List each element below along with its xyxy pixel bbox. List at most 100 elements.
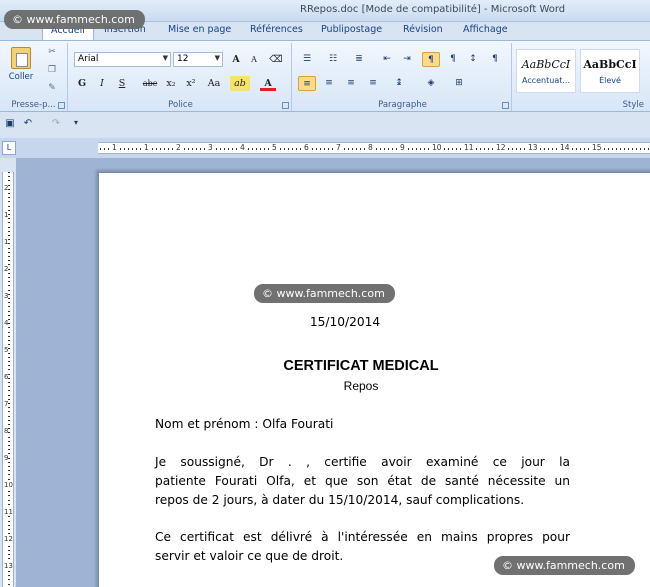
strikethrough-button[interactable]: abc bbox=[140, 76, 160, 91]
underline-button[interactable]: S bbox=[114, 76, 130, 91]
ruler-tick bbox=[108, 148, 109, 150]
ruler-tick bbox=[220, 148, 221, 150]
show-marks-icon[interactable]: ¶ bbox=[486, 52, 504, 67]
style-eleve[interactable]: AaBbCcI Élevé bbox=[580, 49, 640, 93]
font-size-combo[interactable]: 12 ▼ bbox=[173, 52, 223, 67]
clipboard-dialog-launcher[interactable] bbox=[58, 102, 65, 109]
align-right-icon[interactable]: ≡ bbox=[342, 76, 360, 91]
ruler-tick bbox=[292, 148, 293, 150]
ruler-number: 14 bbox=[560, 143, 570, 152]
ruler-tick bbox=[8, 545, 10, 547]
ruler-tick bbox=[8, 503, 10, 505]
copy-icon[interactable]: ❐ bbox=[46, 65, 58, 76]
tab-publipostage[interactable]: Publipostage bbox=[321, 24, 382, 35]
paragraph-line: Je soussigné, Dr . , certifie avoir exam… bbox=[155, 455, 570, 469]
style-name: Élevé bbox=[599, 76, 621, 85]
sort-icon[interactable]: ↕ bbox=[464, 52, 482, 67]
bold-button[interactable]: G bbox=[74, 76, 90, 91]
ruler-tick bbox=[460, 148, 461, 150]
ruler-number: 6 bbox=[4, 373, 9, 381]
italic-button[interactable]: I bbox=[94, 76, 110, 91]
ruler-number: 1 bbox=[112, 143, 117, 152]
ruler-tick bbox=[104, 148, 105, 150]
ruler-tick bbox=[444, 148, 445, 150]
tab-affichage[interactable]: Affichage bbox=[463, 24, 508, 35]
font-color-button[interactable]: A bbox=[260, 76, 276, 91]
grow-font-button[interactable]: A bbox=[228, 52, 244, 67]
format-painter-icon[interactable]: ✎ bbox=[46, 83, 58, 94]
undo-icon[interactable]: ↶ bbox=[22, 118, 34, 130]
borders-icon[interactable]: ⊞ bbox=[450, 76, 468, 91]
shading-icon[interactable]: ◈ bbox=[422, 76, 440, 91]
ruler-tick bbox=[624, 148, 625, 150]
change-case-button[interactable]: Aa bbox=[204, 76, 224, 91]
superscript-button[interactable]: x² bbox=[183, 76, 199, 91]
multilevel-list-icon[interactable]: ≣ bbox=[350, 52, 368, 67]
tab-references[interactable]: Références bbox=[250, 24, 303, 35]
quick-access-toolbar: ▣ ↶ ↷ ▾ bbox=[0, 112, 650, 136]
ruler-tick bbox=[648, 148, 649, 150]
ruler-tick bbox=[488, 148, 489, 150]
align-center-icon[interactable]: ≡ bbox=[320, 76, 338, 91]
ruler-tick bbox=[156, 148, 157, 150]
ruler-tick bbox=[140, 148, 141, 150]
rtl-direction-icon[interactable]: ¶ bbox=[444, 52, 462, 67]
ruler-number: 13 bbox=[528, 143, 538, 152]
ruler-tick bbox=[356, 148, 357, 150]
style-accentuation[interactable]: AaBbCcI Accentuat... bbox=[516, 49, 576, 93]
vertical-ruler[interactable]: 211234567891011121314 bbox=[2, 172, 14, 587]
decrease-indent-icon[interactable]: ⇤ bbox=[378, 52, 396, 67]
ruler-tick bbox=[492, 148, 493, 150]
tab-revision[interactable]: Révision bbox=[403, 24, 443, 35]
ruler-tick bbox=[8, 382, 10, 383]
tab-mise-en-page[interactable]: Mise en page bbox=[168, 24, 231, 35]
justify-icon[interactable]: ≡ bbox=[364, 76, 382, 91]
ruler-tick bbox=[216, 148, 217, 150]
shrink-font-button[interactable]: A bbox=[246, 52, 262, 67]
ruler-number: 7 bbox=[336, 143, 341, 152]
ruler-tick bbox=[476, 148, 477, 150]
cut-icon[interactable]: ✂ bbox=[46, 47, 58, 58]
ltr-direction-icon[interactable]: ¶ bbox=[422, 52, 440, 67]
ruler-tick bbox=[616, 148, 617, 150]
clear-format-button[interactable]: ⌫ bbox=[268, 52, 284, 67]
bullets-icon[interactable]: ☰ bbox=[298, 52, 316, 67]
style-sample: AaBbCcI bbox=[583, 58, 637, 71]
ruler-tick bbox=[8, 445, 10, 446]
increase-indent-icon[interactable]: ⇥ bbox=[398, 52, 416, 67]
ruler-tick bbox=[584, 148, 585, 150]
redo-icon[interactable]: ↷ bbox=[50, 118, 62, 130]
ruler-tick bbox=[516, 148, 517, 150]
subscript-button[interactable]: x₂ bbox=[163, 76, 179, 91]
ruler-tick bbox=[260, 148, 261, 150]
align-left-icon[interactable]: ≡ bbox=[298, 76, 316, 91]
ruler-tick bbox=[8, 222, 10, 224]
ruler-tick bbox=[8, 419, 10, 421]
ruler-number: 6 bbox=[304, 143, 309, 152]
ruler-tick bbox=[8, 558, 10, 560]
ruler-tick bbox=[520, 148, 521, 150]
ruler-tick bbox=[268, 148, 269, 150]
paste-button[interactable]: Coller bbox=[8, 45, 34, 89]
ruler-tick bbox=[8, 529, 10, 530]
ruler-number: 12 bbox=[496, 143, 506, 152]
ruler-tick bbox=[524, 148, 525, 150]
ruler-number: 5 bbox=[272, 143, 277, 152]
horizontal-ruler[interactable]: 1 1 2 3 4 5 6 7 8 9 10 11 12 13 14 15 bbox=[98, 142, 650, 154]
save-icon[interactable]: ▣ bbox=[4, 118, 16, 130]
customize-toolbar-icon[interactable]: ▾ bbox=[70, 118, 82, 130]
ruler-number: 2 bbox=[4, 265, 9, 273]
ruler-tick bbox=[632, 148, 633, 150]
ruler-number: 15 bbox=[592, 143, 602, 152]
paste-label: Coller bbox=[8, 72, 34, 82]
tab-selector[interactable]: L bbox=[2, 141, 16, 155]
numbering-icon[interactable]: ☷ bbox=[324, 52, 342, 67]
paragraph-dialog-launcher[interactable] bbox=[502, 102, 509, 109]
ruler-tick bbox=[8, 226, 10, 228]
line-spacing-icon[interactable]: ↨ bbox=[390, 76, 408, 91]
font-name-combo[interactable]: Arial ▼ bbox=[74, 52, 171, 67]
ruler-tick bbox=[376, 148, 377, 150]
ruler-tick bbox=[8, 247, 10, 249]
highlight-button[interactable]: ab bbox=[230, 76, 250, 91]
font-dialog-launcher[interactable] bbox=[282, 102, 289, 109]
